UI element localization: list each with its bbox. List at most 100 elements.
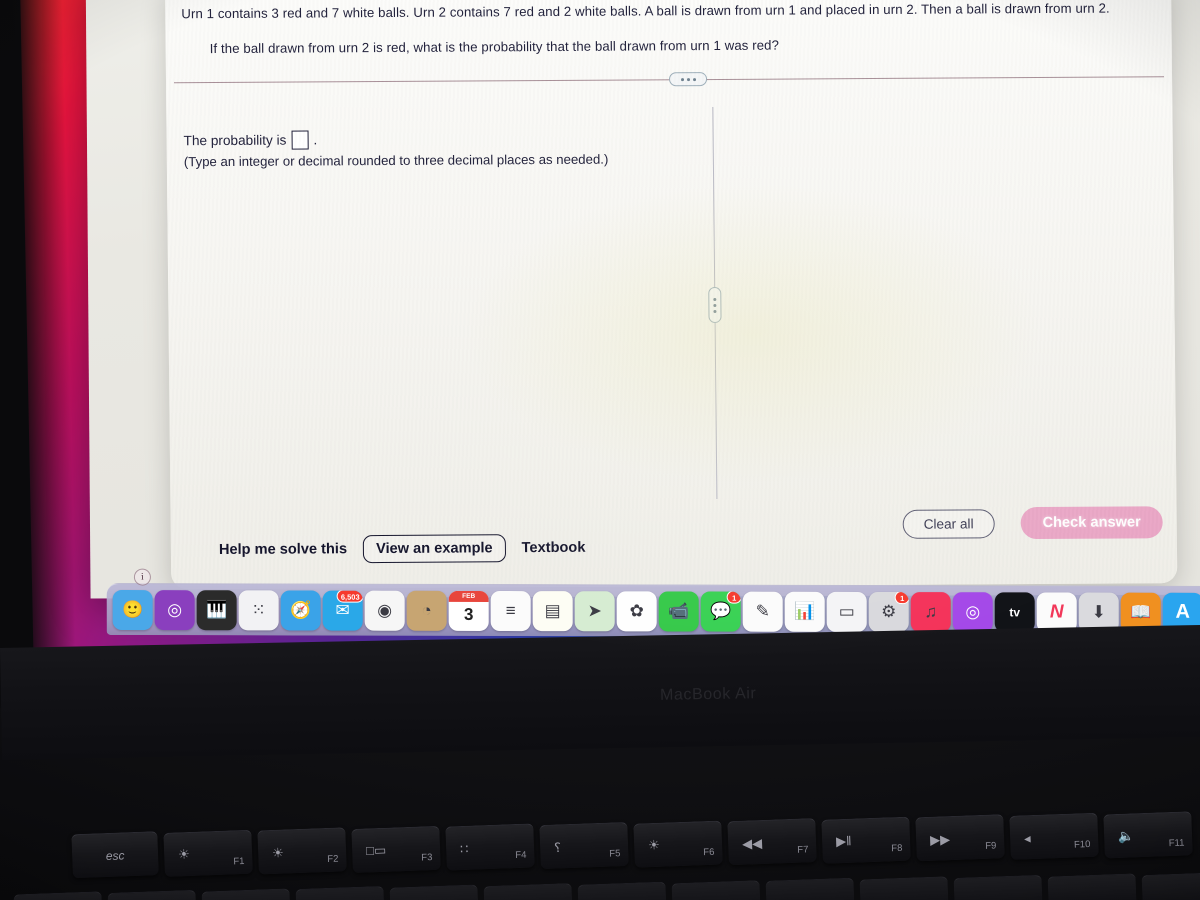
- key-f7-label: F7: [797, 844, 809, 856]
- answer-format-hint: (Type an integer or decimal rounded to t…: [183, 151, 609, 170]
- key-f5[interactable]: ⸮ F5: [539, 821, 629, 870]
- keynote-icon: ▭: [838, 601, 855, 621]
- dock-item-apple-tv[interactable]: tv: [994, 591, 1035, 632]
- key-f3-glyph-icon: □▭: [365, 842, 387, 859]
- key-number-row-8[interactable]: [765, 878, 855, 900]
- key-esc[interactable]: esc: [71, 831, 159, 879]
- ellipsis-horizontal-icon[interactable]: [668, 72, 708, 87]
- key-f1-glyph-icon: ☀: [177, 846, 191, 862]
- podcasts-icon: ◎: [965, 601, 981, 621]
- key-f6[interactable]: ☀ F6: [633, 820, 723, 868]
- dock-item-calendar[interactable]: FEB 3: [448, 590, 489, 631]
- key-number-row-9[interactable]: [859, 876, 949, 900]
- dock-badge-system-settings: 1: [894, 591, 909, 604]
- key-f1-label: F1: [233, 855, 245, 867]
- dock-item-notes[interactable]: ▤: [532, 590, 573, 631]
- key-f2-glyph-icon: ☀: [271, 844, 285, 861]
- answer-prompt-row: The probability is .: [184, 130, 318, 150]
- dock-item-news[interactable]: N: [1036, 591, 1077, 633]
- dock-item-garageband[interactable]: 🎹: [196, 589, 237, 630]
- problem-statement-line-1: Urn 1 contains 3 red and 7 white balls. …: [181, 0, 1110, 22]
- laptop-screen: Urn 1 contains 3 red and 7 white balls. …: [0, 0, 1200, 708]
- exercise-action-group-left: Help me solve this View an example Textb…: [219, 534, 586, 564]
- key-number-row-2[interactable]: [201, 887, 291, 900]
- dock-item-maps[interactable]: ➤: [574, 590, 615, 631]
- dock-item-safari[interactable]: 🧭: [280, 589, 321, 631]
- view-an-example-button[interactable]: View an example: [362, 534, 506, 564]
- dock-item-mail[interactable]: ✉ 6,503: [322, 590, 363, 631]
- key-f6-label: F6: [703, 846, 715, 858]
- ellipsis-vertical-icon[interactable]: [708, 286, 722, 324]
- key-f9[interactable]: ▶▶ F9: [915, 814, 1005, 862]
- key-number-row-5[interactable]: [483, 883, 573, 900]
- clear-all-button[interactable]: Clear all: [902, 508, 995, 539]
- dock-item-contacts[interactable]: ◔: [406, 590, 447, 631]
- dock-item-chrome[interactable]: ◉: [364, 590, 405, 631]
- finder-icon: 🙂: [122, 599, 144, 619]
- siri-icon: ◎: [167, 599, 183, 619]
- dock-item-music[interactable]: ♫: [910, 591, 951, 632]
- dock-badge-messages: 1: [726, 591, 741, 604]
- key-number-row-10[interactable]: [953, 874, 1043, 900]
- music-icon: ♫: [924, 601, 938, 621]
- dock-item-system-settings[interactable]: ⚙ 1: [868, 591, 909, 632]
- dock-item-keynote[interactable]: ▭: [826, 591, 867, 632]
- key-f10-glyph-icon: ◂: [1023, 830, 1031, 846]
- dock-item-messages[interactable]: 💬 1: [700, 591, 741, 632]
- answer-input-box[interactable]: [291, 130, 309, 150]
- pages-icon: ✎: [755, 601, 770, 621]
- key-number-row-11[interactable]: [1047, 873, 1137, 900]
- key-f4-glyph-icon: ∷: [459, 841, 469, 857]
- books-icon: 📖: [1130, 602, 1152, 622]
- key-f8-glyph-icon: ▶‖: [835, 833, 852, 850]
- laptop-lower-bezel: [0, 624, 1200, 760]
- key-number-row-4[interactable]: [389, 884, 479, 900]
- screenshot-root: Urn 1 contains 3 red and 7 white balls. …: [0, 0, 1200, 900]
- contacts-icon: ◔: [421, 600, 432, 620]
- check-answer-button[interactable]: Check answer: [1020, 506, 1163, 540]
- dock-item-numbers[interactable]: 📊: [784, 591, 825, 632]
- key-number-row-6[interactable]: [577, 881, 667, 900]
- exercise-action-group-right: Clear all Check answer: [902, 506, 1163, 540]
- garageband-icon: 🎹: [206, 599, 228, 619]
- key-number-row-3[interactable]: [295, 886, 385, 900]
- dock-item-pages[interactable]: ✎: [742, 591, 783, 632]
- news-icon: N: [1049, 600, 1064, 622]
- key-number-row-7[interactable]: [671, 879, 761, 900]
- messages-icon: 💬: [710, 601, 732, 621]
- calendar-icon: 3: [463, 604, 474, 624]
- key-number-row-1[interactable]: [107, 889, 197, 900]
- key-f8-label: F8: [891, 842, 903, 855]
- textbook-button[interactable]: Textbook: [522, 540, 586, 556]
- help-me-solve-this-button[interactable]: Help me solve this: [219, 541, 347, 558]
- exercise-panel: Urn 1 contains 3 red and 7 white balls. …: [165, 0, 1178, 590]
- key-f4[interactable]: ∷ F4: [445, 823, 535, 871]
- dock-item-podcasts[interactable]: ◎: [952, 591, 993, 632]
- key-f2[interactable]: ☀ F2: [257, 827, 347, 875]
- key-number-row-0[interactable]: [13, 891, 103, 900]
- key-f8[interactable]: ▶‖ F8: [821, 816, 911, 864]
- key-number-row-12[interactable]: [1141, 871, 1200, 900]
- key-f1[interactable]: ☀ F1: [163, 829, 253, 877]
- dock-item-launchpad[interactable]: ⁙: [238, 589, 279, 630]
- key-f10[interactable]: ◂ F10: [1009, 812, 1099, 860]
- key-esc-label: esc: [105, 847, 125, 863]
- key-f2-label: F2: [327, 853, 339, 866]
- key-f7[interactable]: ◀◀ F7: [727, 818, 817, 866]
- key-f11[interactable]: 🔈 F11: [1103, 810, 1193, 859]
- apple-tv-icon: tv: [1009, 604, 1021, 619]
- answer-prompt-label: The probability is: [183, 132, 287, 149]
- key-f9-label: F9: [985, 840, 997, 853]
- dock-item-reminders[interactable]: ≡: [490, 590, 531, 631]
- dock-badge-mail: 6,503: [336, 590, 363, 603]
- key-f10-label: F10: [1073, 838, 1091, 851]
- notes-icon: ▤: [544, 600, 561, 620]
- dock-item-finder[interactable]: 🙂: [112, 589, 153, 630]
- key-f5-label: F5: [609, 848, 621, 860]
- dock-item-facetime[interactable]: 📹: [658, 590, 699, 632]
- key-f3[interactable]: □▭ F3: [351, 825, 441, 873]
- key-f5-glyph-icon: ⸮: [553, 839, 562, 855]
- dock-item-photos[interactable]: ✿: [616, 590, 657, 631]
- dock-item-siri[interactable]: ◎: [154, 589, 195, 630]
- numbers-icon: 📊: [794, 601, 816, 621]
